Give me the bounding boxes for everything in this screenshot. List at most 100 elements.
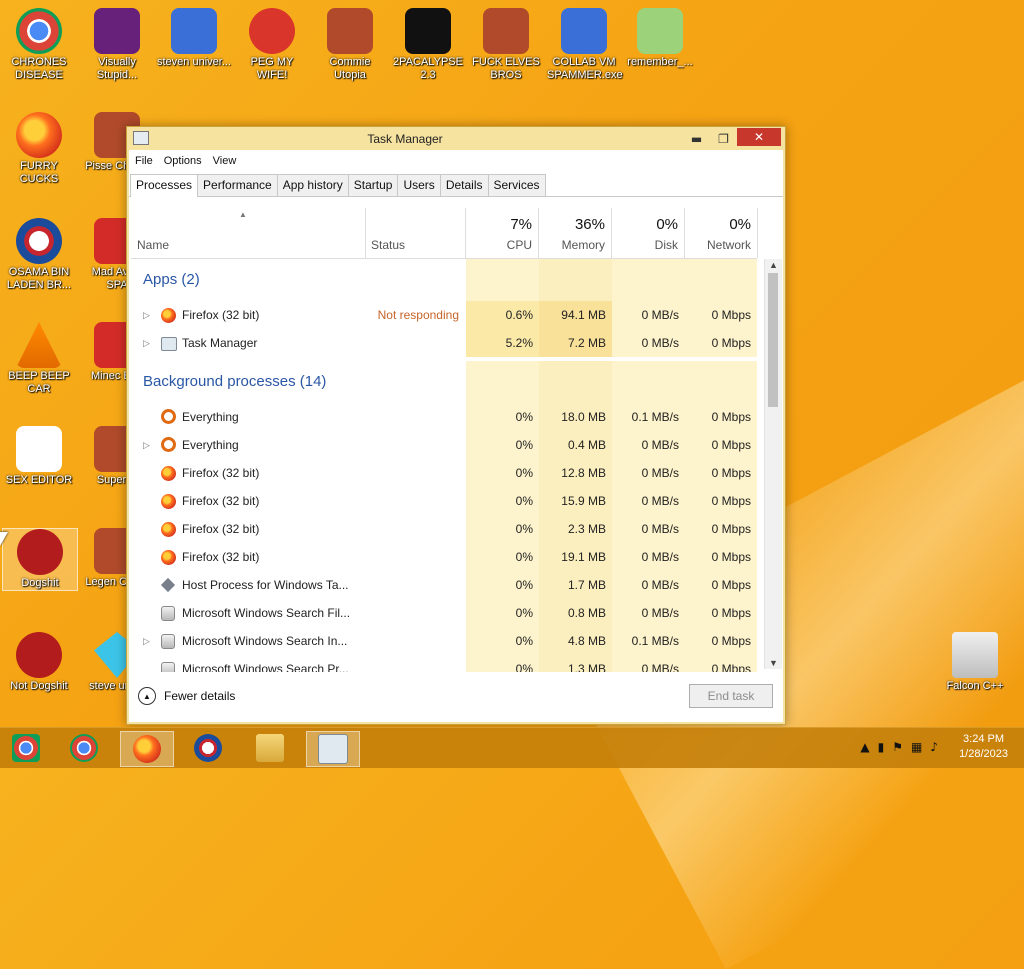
action-center-icon[interactable]: ▮ xyxy=(878,740,885,754)
close-button[interactable]: ✕ xyxy=(737,128,781,146)
table-row[interactable]: ▷ Everything 0% 0.4 MB 0 MB/s 0 Mbps xyxy=(131,431,757,459)
taskbar-button[interactable] xyxy=(58,731,110,765)
vertical-scrollbar[interactable]: ▲ ▼ xyxy=(764,259,782,669)
desktop-icon[interactable]: steven univer... xyxy=(157,8,231,69)
desktop-icon[interactable]: Falcon C++ xyxy=(938,632,1012,693)
scroll-up-icon[interactable]: ▲ xyxy=(769,260,778,270)
desktop-icon[interactable]: FUCK ELVES BROS xyxy=(469,8,543,82)
process-name: Task Manager xyxy=(182,336,258,350)
expand-chevron-icon[interactable]: ▷ xyxy=(143,329,150,357)
volume-icon[interactable]: ♪ xyxy=(930,740,938,754)
scroll-down-icon[interactable]: ▼ xyxy=(769,658,778,668)
show-hidden-icons-icon[interactable]: ▲ xyxy=(860,740,869,754)
tab-performance[interactable]: Performance xyxy=(197,174,278,196)
taskbar-button[interactable] xyxy=(182,731,234,765)
memory-cell: 12.8 MB xyxy=(539,459,612,487)
tab-startup[interactable]: Startup xyxy=(347,174,399,196)
fewer-details-button[interactable]: ▲ Fewer details xyxy=(138,687,235,705)
cpu-cell-empty xyxy=(466,361,539,403)
table-row[interactable]: ▷ Task Manager 5.2% 7.2 MB 0 MB/s 0 Mbps xyxy=(131,329,757,357)
column-memory[interactable]: 36% Memory xyxy=(539,208,612,258)
desktop-icon[interactable]: Visually Stupid... xyxy=(80,8,154,82)
menu-options[interactable]: Options xyxy=(164,155,202,167)
clock[interactable]: 3:24 PM 1/28/2023 xyxy=(959,732,1008,762)
table-row[interactable]: ▷ Firefox (32 bit) Not responding 0.6% 94.1 … xyxy=(131,301,757,329)
name-cell: Firefox (32 bit) xyxy=(131,459,365,487)
desktop-icon[interactable]: BEEP BEEP CAR xyxy=(2,322,76,396)
table-row[interactable]: Microsoft Windows Search Fil... 0% 0.8 MB 0… xyxy=(131,599,757,627)
tab-strip: Processes Performance App history Startup Us… xyxy=(129,172,783,197)
network-icon[interactable]: ▦ xyxy=(911,740,922,754)
desktop-icon[interactable]: FURRY CUCKS xyxy=(2,112,76,186)
firefox-icon xyxy=(133,735,161,763)
group-header[interactable]: Apps (2) xyxy=(131,259,757,301)
tab-details[interactable]: Details xyxy=(439,174,489,196)
expand-chevron-icon[interactable]: ▷ xyxy=(143,301,150,329)
disk-cell: 0 MB/s xyxy=(612,515,685,543)
tab-users[interactable]: Users xyxy=(397,174,441,196)
desktop-icon[interactable]: remember_... xyxy=(623,8,697,69)
table-row[interactable]: Firefox (32 bit) 0% 19.1 MB 0 MB/s 0 Mbps xyxy=(131,543,757,571)
desktop-icon[interactable]: 2PACALYPSE 2.3 xyxy=(391,8,465,82)
folder-zip-icon xyxy=(637,8,683,54)
desktop-icon[interactable]: CHRONES DISEASE xyxy=(2,8,76,82)
taskbar-button[interactable] xyxy=(306,731,360,767)
maximize-button[interactable]: ❐ xyxy=(710,129,737,149)
desktop-icon[interactable]: OSAMA BIN LADEN BR... xyxy=(2,218,76,292)
menu-view[interactable]: View xyxy=(213,155,237,167)
tab-app-history[interactable]: App history xyxy=(276,174,349,196)
column-status[interactable]: Status xyxy=(365,208,466,258)
disk-cell: 0 MB/s xyxy=(612,571,685,599)
menu-file[interactable]: File xyxy=(135,155,153,167)
network-cell: 0 Mbps xyxy=(685,431,757,459)
process-name: Firefox (32 bit) xyxy=(182,308,260,322)
group-header[interactable]: Background processes (14) xyxy=(131,361,757,403)
desktop-icon[interactable]: Not Dogshit xyxy=(2,632,76,693)
desktop-icon-label: Falcon C++ xyxy=(946,680,1004,692)
devcpp-icon xyxy=(16,632,62,678)
column-cpu[interactable]: 7% CPU xyxy=(466,208,539,258)
taskbar-button[interactable] xyxy=(0,731,52,765)
taskbar-button[interactable] xyxy=(120,731,174,767)
table-row[interactable]: Everything 0% 18.0 MB 0.1 MB/s 0 Mbps xyxy=(131,403,757,431)
disk-cell: 0 MB/s xyxy=(612,329,685,357)
desktop-icon[interactable]: SEX EDITOR xyxy=(2,426,76,487)
expand-chevron-icon[interactable]: ▷ xyxy=(143,431,150,459)
title-bar[interactable]: Task Manager ▬ ❐ ✕ xyxy=(127,127,785,150)
cpu-cell: 0% xyxy=(466,627,539,655)
desktop-icon[interactable]: COLLAB VM SPAMMER.exe xyxy=(547,8,623,82)
vlc-icon xyxy=(16,322,62,368)
scrollbar-thumb[interactable] xyxy=(768,273,778,407)
desktop-icon[interactable]: PEG MY WIFE! xyxy=(235,8,309,82)
desktop-icon[interactable]: Commie Utopia xyxy=(313,8,387,82)
flag-icon[interactable]: ⚑ xyxy=(892,740,903,754)
memory-cell: 0.8 MB xyxy=(539,599,612,627)
minimize-button[interactable]: ▬ xyxy=(683,129,710,149)
name-cell: ▷ Everything xyxy=(131,431,365,459)
table-row[interactable]: Firefox (32 bit) 0% 15.9 MB 0 MB/s 0 Mbps xyxy=(131,487,757,515)
disk-cell-empty xyxy=(612,259,685,301)
table-row[interactable]: Host Process for Windows Ta... 0% 1.7 MB 0 … xyxy=(131,571,757,599)
tab-processes[interactable]: Processes xyxy=(130,174,199,197)
table-row[interactable]: Firefox (32 bit) 0% 12.8 MB 0 MB/s 0 Mbps xyxy=(131,459,757,487)
tab-services[interactable]: Services xyxy=(487,174,546,196)
column-name[interactable]: ▲ Name xyxy=(131,208,366,258)
table-row[interactable]: ▷ Microsoft Windows Search In... 0% 4.8 MB 0… xyxy=(131,627,757,655)
cpu-cell: 0% xyxy=(466,543,539,571)
firefox-icon xyxy=(161,550,176,565)
taskbar-button[interactable] xyxy=(244,731,296,765)
task-manager-window: Task Manager ▬ ❐ ✕ File Options View Pro… xyxy=(126,126,786,725)
expand-chevron-icon[interactable]: ▷ xyxy=(143,627,150,655)
column-network[interactable]: 0% Network xyxy=(685,208,758,258)
table-row[interactable]: Firefox (32 bit) 0% 2.3 MB 0 MB/s 0 Mbps xyxy=(131,515,757,543)
mouse-cursor-icon xyxy=(0,532,8,546)
end-task-button[interactable]: End task xyxy=(689,684,773,708)
table-header: ▲ Name Status 7% CPU 36% Memory 0% Disk xyxy=(131,208,758,259)
desktop-icon-label: COLLAB VM SPAMMER.exe xyxy=(547,56,623,81)
desktop-icon[interactable]: Dogshit xyxy=(2,528,78,591)
desktop-icon-label: remember_... xyxy=(627,56,693,68)
column-disk[interactable]: 0% Disk xyxy=(612,208,685,258)
name-cell: ▷ Firefox (32 bit) xyxy=(131,301,365,329)
game-icon xyxy=(483,8,529,54)
disk-cell: 0 MB/s xyxy=(612,431,685,459)
